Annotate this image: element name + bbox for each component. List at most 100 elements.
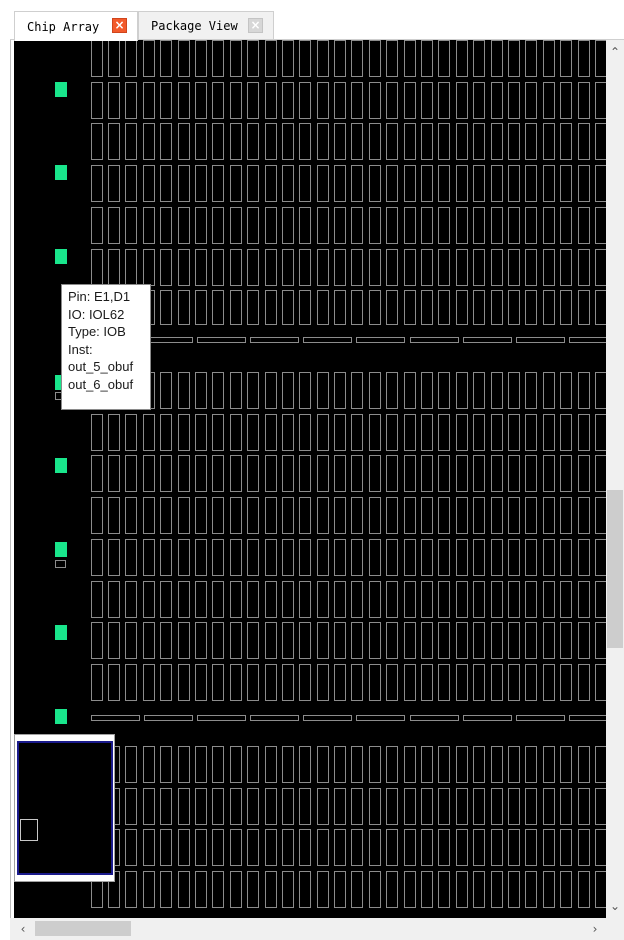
logic-tile[interactable] xyxy=(595,455,607,492)
block-ram-tile[interactable] xyxy=(144,337,193,343)
logic-tile[interactable] xyxy=(421,829,433,866)
logic-tile[interactable] xyxy=(578,207,590,244)
logic-tile[interactable] xyxy=(525,455,537,492)
logic-tile[interactable] xyxy=(230,40,242,77)
logic-tile[interactable] xyxy=(438,455,450,492)
logic-tile[interactable] xyxy=(369,290,381,325)
logic-tile[interactable] xyxy=(438,414,450,451)
logic-tile[interactable] xyxy=(543,82,555,119)
logic-tile[interactable] xyxy=(91,622,103,659)
logic-tile[interactable] xyxy=(421,82,433,119)
logic-tile[interactable] xyxy=(404,40,416,77)
logic-tile[interactable] xyxy=(247,581,259,618)
logic-tile[interactable] xyxy=(595,622,607,659)
logic-tile[interactable] xyxy=(438,829,450,866)
logic-tile[interactable] xyxy=(560,829,572,866)
logic-tile[interactable] xyxy=(525,829,537,866)
logic-tile[interactable] xyxy=(299,249,311,286)
logic-tile[interactable] xyxy=(369,414,381,451)
logic-tile[interactable] xyxy=(265,123,277,160)
logic-tile[interactable] xyxy=(108,82,120,119)
logic-tile[interactable] xyxy=(473,207,485,244)
close-icon[interactable]: × xyxy=(248,18,263,33)
logic-tile[interactable] xyxy=(473,581,485,618)
horizontal-scrollbar[interactable]: ‹ › xyxy=(10,918,606,940)
logic-tile[interactable] xyxy=(404,372,416,409)
logic-tile[interactable] xyxy=(265,165,277,202)
logic-tile[interactable] xyxy=(212,290,224,325)
logic-tile[interactable] xyxy=(369,249,381,286)
logic-tile[interactable] xyxy=(160,829,172,866)
logic-tile[interactable] xyxy=(351,82,363,119)
logic-tile[interactable] xyxy=(230,829,242,866)
logic-tile[interactable] xyxy=(473,746,485,783)
logic-tile[interactable] xyxy=(299,372,311,409)
logic-tile[interactable] xyxy=(438,372,450,409)
block-ram-tile[interactable] xyxy=(356,337,405,343)
logic-tile[interactable] xyxy=(317,414,329,451)
logic-tile[interactable] xyxy=(125,788,137,825)
logic-tile[interactable] xyxy=(299,871,311,908)
logic-tile[interactable] xyxy=(247,40,259,77)
logic-tile[interactable] xyxy=(108,414,120,451)
logic-tile[interactable] xyxy=(351,497,363,534)
block-ram-tile[interactable] xyxy=(463,715,512,721)
logic-tile[interactable] xyxy=(491,622,503,659)
logic-tile[interactable] xyxy=(195,539,207,576)
logic-tile[interactable] xyxy=(351,207,363,244)
logic-tile[interactable] xyxy=(247,871,259,908)
logic-tile[interactable] xyxy=(456,290,468,325)
logic-tile[interactable] xyxy=(230,539,242,576)
logic-tile[interactable] xyxy=(195,249,207,286)
logic-tile[interactable] xyxy=(543,622,555,659)
logic-tile[interactable] xyxy=(91,414,103,451)
logic-tile[interactable] xyxy=(508,871,520,908)
block-ram-tile[interactable] xyxy=(569,337,607,343)
logic-tile[interactable] xyxy=(543,249,555,286)
logic-tile[interactable] xyxy=(369,871,381,908)
logic-tile[interactable] xyxy=(195,871,207,908)
logic-tile[interactable] xyxy=(473,372,485,409)
logic-tile[interactable] xyxy=(317,455,329,492)
logic-tile[interactable] xyxy=(473,40,485,77)
logic-tile[interactable] xyxy=(404,539,416,576)
block-ram-tile[interactable] xyxy=(250,337,299,343)
logic-tile[interactable] xyxy=(578,829,590,866)
logic-tile[interactable] xyxy=(212,746,224,783)
logic-tile[interactable] xyxy=(386,82,398,119)
logic-tile[interactable] xyxy=(404,871,416,908)
logic-tile[interactable] xyxy=(143,455,155,492)
logic-tile[interactable] xyxy=(91,82,103,119)
logic-tile[interactable] xyxy=(508,372,520,409)
logic-tile[interactable] xyxy=(578,871,590,908)
logic-tile[interactable] xyxy=(178,664,190,701)
logic-tile[interactable] xyxy=(282,871,294,908)
logic-tile[interactable] xyxy=(195,622,207,659)
logic-tile[interactable] xyxy=(247,165,259,202)
logic-tile[interactable] xyxy=(525,539,537,576)
logic-tile[interactable] xyxy=(247,249,259,286)
logic-tile[interactable] xyxy=(421,622,433,659)
logic-tile[interactable] xyxy=(421,165,433,202)
logic-tile[interactable] xyxy=(421,539,433,576)
logic-tile[interactable] xyxy=(125,622,137,659)
logic-tile[interactable] xyxy=(369,165,381,202)
logic-tile[interactable] xyxy=(265,664,277,701)
logic-tile[interactable] xyxy=(595,372,607,409)
logic-tile[interactable] xyxy=(351,455,363,492)
logic-tile[interactable] xyxy=(421,207,433,244)
logic-tile[interactable] xyxy=(369,581,381,618)
logic-tile[interactable] xyxy=(247,497,259,534)
logic-tile[interactable] xyxy=(560,539,572,576)
logic-tile[interactable] xyxy=(578,788,590,825)
logic-tile[interactable] xyxy=(299,497,311,534)
block-ram-tile[interactable] xyxy=(356,715,405,721)
logic-tile[interactable] xyxy=(178,622,190,659)
logic-tile[interactable] xyxy=(404,746,416,783)
io-pad-used[interactable] xyxy=(55,165,67,180)
logic-tile[interactable] xyxy=(160,82,172,119)
io-pad-used[interactable] xyxy=(55,709,67,724)
logic-tile[interactable] xyxy=(265,249,277,286)
block-ram-tile[interactable] xyxy=(410,337,459,343)
logic-tile[interactable] xyxy=(108,165,120,202)
